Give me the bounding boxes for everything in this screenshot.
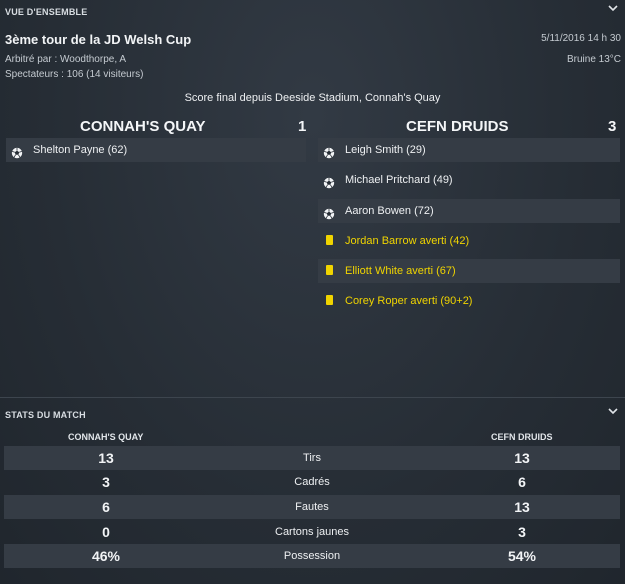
stat-away-value: 54%	[507, 548, 537, 564]
stats-section-header[interactable]: STATS DU MATCH	[0, 403, 625, 425]
stat-home-value: 46%	[91, 548, 121, 564]
stat-away-value: 13	[514, 450, 530, 466]
stat-label: Possession	[283, 550, 341, 562]
stat-row: 6 Fautes 13	[4, 495, 620, 519]
stat-row: 46% Possession 54%	[4, 544, 620, 568]
soccer-ball-icon	[323, 205, 335, 220]
stat-home-value: 6	[102, 499, 110, 515]
overview-section-title: VUE D'ENSEMBLE	[5, 7, 88, 17]
away-event-row: Michael Pritchard (49)	[318, 168, 620, 192]
chevron-down-icon[interactable]	[607, 2, 619, 14]
stats-home-team-label: CONNAH'S QUAY	[68, 432, 144, 442]
chevron-down-icon[interactable]	[607, 405, 619, 417]
away-event-text[interactable]: Jordan Barrow averti (42)	[345, 229, 469, 253]
overview-section-header[interactable]: VUE D'ENSEMBLE	[0, 0, 625, 22]
away-event-text[interactable]: Corey Roper averti (90+2)	[345, 289, 472, 313]
final-score-headline: Score final depuis Deeside Stadium, Conn…	[184, 92, 441, 104]
soccer-ball-icon	[11, 144, 23, 159]
stat-label: Tirs	[303, 452, 321, 464]
yellow-card-icon	[326, 295, 333, 305]
weather-text: Bruine 13°C	[566, 54, 621, 65]
stat-label: Cadrés	[294, 476, 330, 488]
stat-row: 0 Cartons jaunes 3	[4, 520, 620, 544]
home-event-text[interactable]: Shelton Payne (62)	[33, 138, 127, 162]
away-event-text[interactable]: Michael Pritchard (49)	[345, 168, 453, 192]
stat-away-value: 13	[514, 499, 530, 515]
competition-title: 3ème tour de la JD Welsh Cup	[5, 32, 192, 47]
away-event-text[interactable]: Aaron Bowen (72)	[345, 199, 434, 223]
stat-home-value: 0	[102, 524, 110, 540]
away-event-row: Jordan Barrow averti (42)	[318, 229, 620, 253]
stat-row: 13 Tirs 13	[4, 446, 620, 470]
soccer-ball-icon	[323, 174, 335, 189]
referee-text: Arbitré par : Woodthorpe, A	[5, 54, 126, 65]
home-event-row: Shelton Payne (62)	[6, 138, 306, 162]
match-datetime: 5/11/2016 14 h 30	[541, 33, 621, 44]
stat-away-value: 3	[518, 524, 526, 540]
home-team-score: 1	[298, 118, 307, 135]
stats-away-team-label: CEFN DRUIDS	[491, 432, 553, 442]
stat-label: Cartons jaunes	[275, 526, 349, 538]
away-event-row: Leigh Smith (29)	[318, 138, 620, 162]
away-team-name[interactable]: CEFN DRUIDS	[406, 118, 509, 135]
home-team-name[interactable]: CONNAH'S QUAY	[80, 118, 206, 135]
stat-home-value: 13	[98, 450, 114, 466]
section-divider	[0, 397, 625, 398]
away-event-text[interactable]: Elliott White averti (67)	[345, 259, 456, 283]
stat-away-value: 6	[518, 474, 526, 490]
soccer-ball-icon	[323, 144, 335, 159]
yellow-card-icon	[326, 235, 333, 245]
stats-section-title: STATS DU MATCH	[5, 410, 86, 420]
away-event-text[interactable]: Leigh Smith (29)	[345, 138, 426, 162]
away-event-row: Aaron Bowen (72)	[318, 199, 620, 223]
stat-home-value: 3	[102, 474, 110, 490]
attendance-text: Spectateurs : 106 (14 visiteurs)	[5, 69, 144, 80]
away-event-row: Corey Roper averti (90+2)	[318, 289, 620, 313]
stat-row: 3 Cadrés 6	[4, 470, 620, 494]
away-event-row: Elliott White averti (67)	[318, 259, 620, 283]
away-team-score: 3	[608, 118, 617, 135]
yellow-card-icon	[326, 265, 333, 275]
stat-label: Fautes	[295, 501, 329, 513]
